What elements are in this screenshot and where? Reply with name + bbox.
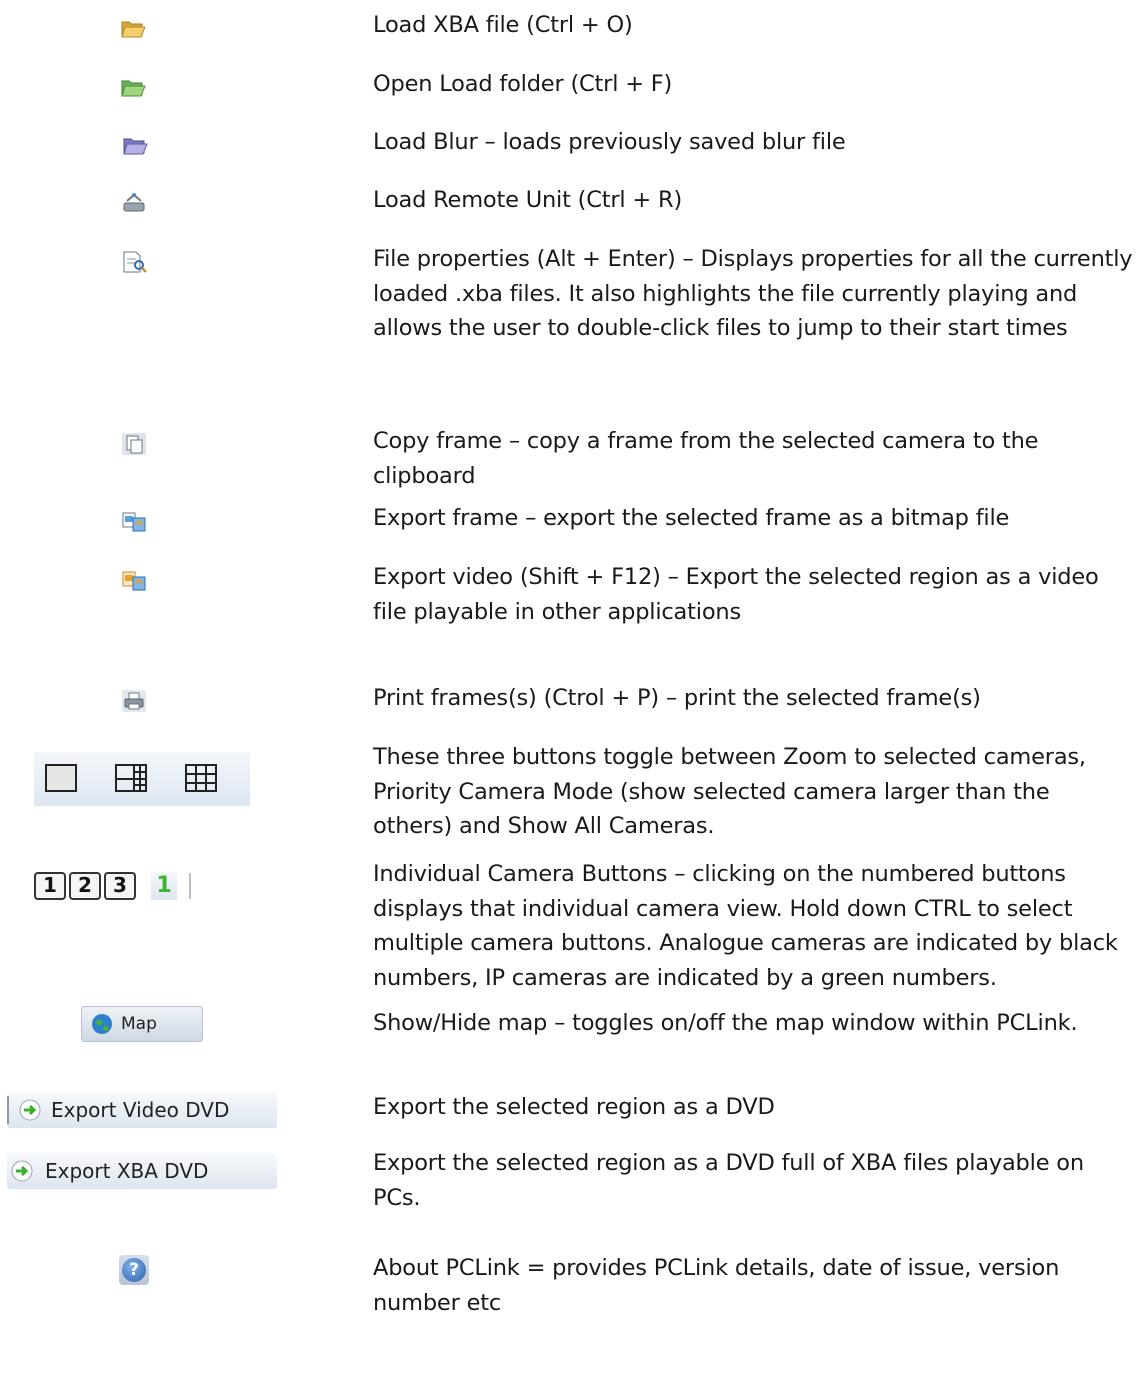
toolbar-separator: [7, 1096, 9, 1124]
entry-description: Export the selected region as a DVD full…: [373, 1150, 1084, 1211]
zoom-selected-camera-icon[interactable]: [44, 763, 78, 793]
export-arrow-icon: [11, 1160, 33, 1182]
camera-button-analogue[interactable]: 2: [69, 872, 101, 900]
map-button-label: Map: [121, 1014, 157, 1034]
help-icon[interactable]: ?: [119, 1255, 149, 1285]
export-arrow-icon: [19, 1099, 41, 1121]
entry-description: Individual Camera Buttons – clicking on …: [373, 861, 1118, 991]
export-video-icon[interactable]: [121, 568, 147, 592]
export-video-dvd-label: Export Video DVD: [51, 1098, 230, 1122]
entry-description: About PCLink = provides PCLink details, …: [373, 1255, 1060, 1316]
help-glyph: ?: [122, 1258, 146, 1282]
remote-unit-icon[interactable]: [121, 191, 147, 215]
entry-description: Load XBA file (Ctrl + O): [373, 12, 633, 38]
camera-number-buttons: 1 2 3 1: [34, 872, 191, 900]
printer-icon[interactable]: [121, 689, 147, 713]
entry-description: Export the selected region as a DVD: [373, 1094, 775, 1120]
entry-description: Copy frame – copy a frame from the selec…: [373, 428, 1039, 489]
camera-button-analogue[interactable]: 1: [34, 872, 66, 900]
file-properties-icon[interactable]: [121, 250, 147, 274]
folder-open-icon[interactable]: [120, 16, 146, 40]
export-frame-icon[interactable]: [121, 509, 147, 533]
show-all-cameras-icon[interactable]: [184, 763, 218, 793]
layout-buttons-toolbar: [34, 752, 250, 806]
priority-camera-mode-icon[interactable]: [114, 763, 148, 793]
copy-frame-icon[interactable]: [121, 432, 147, 456]
export-xba-dvd-label: Export XBA DVD: [45, 1159, 209, 1183]
entry-description: Open Load folder (Ctrl + F): [373, 71, 673, 97]
globe-icon: [92, 1014, 112, 1034]
entry-description: Show/Hide map – toggles on/off the map w…: [373, 1010, 1078, 1036]
camera-button-ip[interactable]: 1: [151, 872, 177, 900]
entry-description: Export video (Shift + F12) – Export the …: [373, 564, 1099, 625]
entry-description: These three buttons toggle between Zoom …: [373, 744, 1086, 840]
entry-description: Export frame – export the selected frame…: [373, 505, 1010, 531]
camera-button-analogue[interactable]: 3: [104, 872, 136, 900]
entry-description: Load Blur – loads previously saved blur …: [373, 129, 846, 155]
folder-open-purple-icon[interactable]: [122, 133, 148, 157]
toolbar-separator: [189, 873, 191, 899]
folder-open-green-icon[interactable]: [120, 75, 146, 99]
entry-description: Print frames(s) (Ctrol + P) – print the …: [373, 685, 981, 711]
export-video-dvd-button[interactable]: Export Video DVD: [7, 1092, 277, 1128]
map-button[interactable]: Map: [81, 1006, 203, 1042]
entry-description: File properties (Alt + Enter) – Displays…: [373, 246, 1133, 342]
entry-description: Load Remote Unit (Ctrl + R): [373, 187, 683, 213]
export-xba-dvd-button[interactable]: Export XBA DVD: [7, 1153, 277, 1189]
